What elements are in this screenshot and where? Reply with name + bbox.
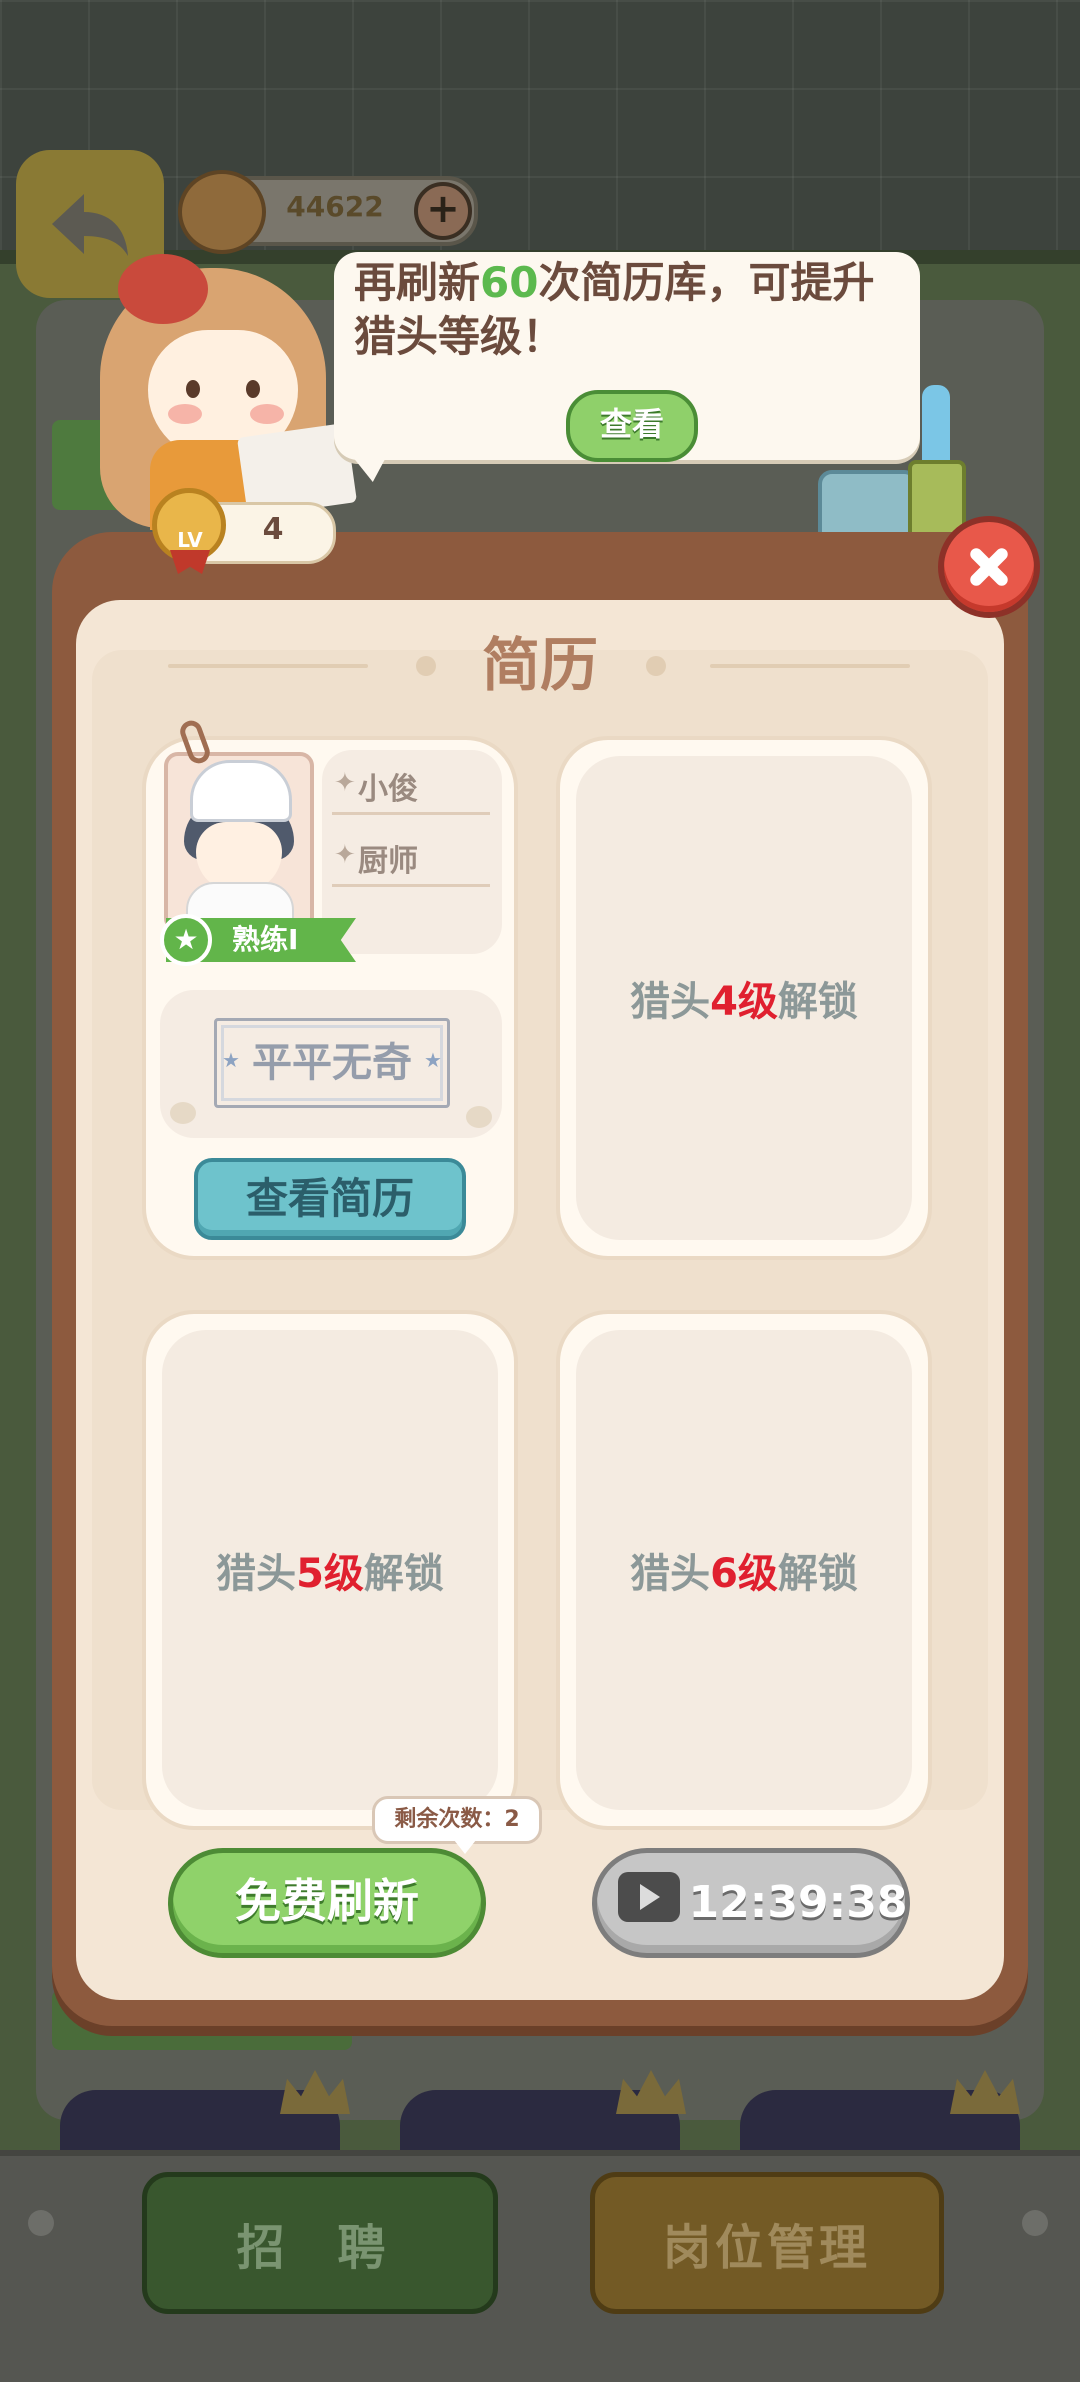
position-management-button[interactable]: 岗位管理 xyxy=(590,2172,944,2314)
resume-job: 厨师 xyxy=(358,844,418,879)
title-dot xyxy=(646,656,666,676)
tip-view-button[interactable]: 查看 xyxy=(566,390,698,462)
panel-title: 简历 xyxy=(481,631,598,699)
lock-level: 4级 xyxy=(710,979,778,1025)
lock-level: 5级 xyxy=(296,1551,364,1597)
remaining-count-badge: 剩余次数：2 xyxy=(372,1796,542,1844)
locked-slot-text: 猎头4级解锁 xyxy=(576,969,912,1027)
video-ad-icon xyxy=(618,1872,680,1922)
lock-suffix: 解锁 xyxy=(363,1551,444,1597)
title-dot xyxy=(416,656,436,676)
lock-suffix: 解锁 xyxy=(777,979,858,1025)
decor-dot xyxy=(1022,2210,1048,2236)
resume-name: 小俊 xyxy=(358,772,418,807)
paw-icon xyxy=(466,1106,492,1128)
background-cards xyxy=(60,2070,1040,2160)
sparkle-icon: ✦ xyxy=(334,840,356,870)
resume-name-row: ✦ 小俊 xyxy=(332,760,490,815)
lock-prefix: 猎头 xyxy=(630,1551,711,1597)
add-currency-button[interactable]: + xyxy=(414,182,472,240)
back-arrow-icon xyxy=(52,194,128,256)
locked-slot-inner: 猎头6级解锁 xyxy=(576,1330,912,1810)
level-value: 4 xyxy=(262,512,284,547)
lock-suffix: 解锁 xyxy=(777,1551,858,1597)
lock-prefix: 猎头 xyxy=(216,1551,297,1597)
paw-icon xyxy=(170,1102,196,1124)
locked-slot-4: 猎头4级解锁 xyxy=(556,736,932,1260)
locked-slot-inner: 猎头5级解锁 xyxy=(162,1330,498,1810)
star-icon: ★ xyxy=(160,914,212,966)
blush xyxy=(168,404,202,424)
skill-level: 熟练I xyxy=(232,923,299,956)
lock-level: 6级 xyxy=(710,1551,778,1597)
tip-highlight-count: 60 xyxy=(480,258,539,307)
resume-job-row: ✦ 厨师 xyxy=(332,832,490,887)
tip-text-before: 再刷新 xyxy=(354,258,481,307)
recruit-button[interactable]: 招 聘 xyxy=(142,2172,498,2314)
title-divider xyxy=(168,664,368,668)
locked-slot-6: 猎头6级解锁 xyxy=(556,1310,932,1830)
refresh-timer: 12:39:38 xyxy=(688,1877,908,1928)
locked-slot-text: 猎头6级解锁 xyxy=(576,1541,912,1599)
blush xyxy=(250,404,284,424)
locked-slot-text: 猎头5级解锁 xyxy=(162,1541,498,1599)
locked-slot-inner: 猎头4级解锁 xyxy=(576,756,912,1240)
decor-dot xyxy=(28,2210,54,2236)
rating-text: 平平无奇 xyxy=(252,1040,412,1086)
title-divider xyxy=(710,664,910,668)
eye xyxy=(186,380,200,398)
bow-icon xyxy=(118,254,208,324)
currency-value: 44622 xyxy=(286,190,384,223)
sparkle-icon: ✦ xyxy=(334,768,356,798)
locked-slot-5: 猎头5级解锁 xyxy=(142,1310,518,1830)
eye xyxy=(246,380,260,398)
chef-hat-icon xyxy=(190,760,292,822)
level-badge-label: LV xyxy=(177,528,203,552)
pen-icon xyxy=(922,385,950,465)
view-resume-button[interactable]: 查看简历 xyxy=(194,1158,466,1240)
tip-text: 再刷新60次简历库，可提升猎头等级！ xyxy=(354,256,894,364)
lock-prefix: 猎头 xyxy=(630,979,711,1025)
close-button[interactable] xyxy=(938,516,1040,618)
free-refresh-button[interactable]: 免费刷新 xyxy=(168,1848,486,1958)
